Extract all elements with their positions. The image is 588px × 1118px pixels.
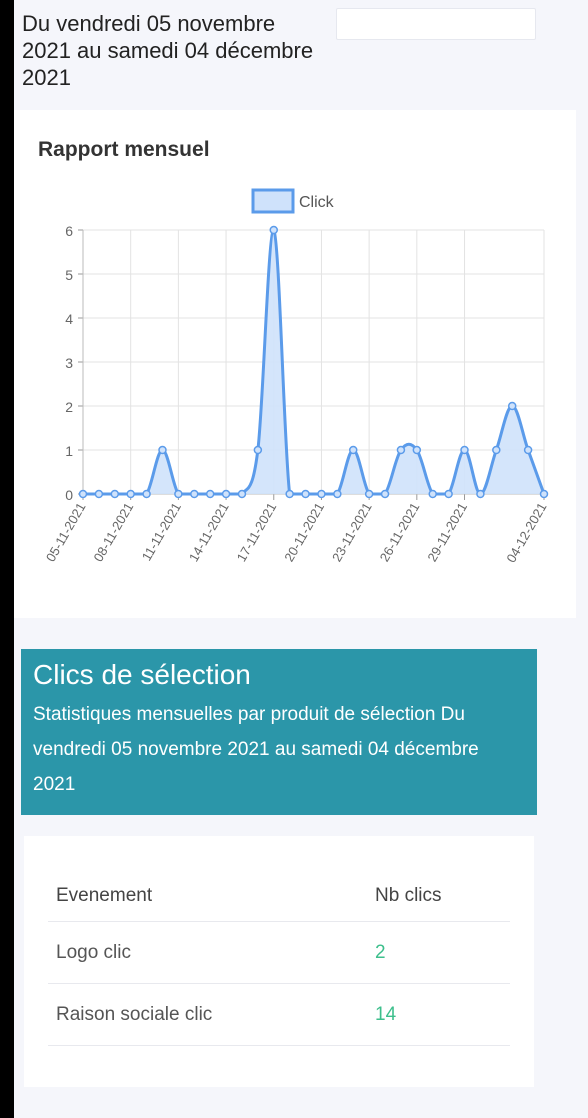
data-point xyxy=(523,445,533,455)
data-point xyxy=(158,445,167,455)
left-edge-bar xyxy=(0,0,14,1118)
event-cell: Raison sociale clic xyxy=(48,983,367,1046)
x-tick-label: 20-11-2021 xyxy=(281,500,327,564)
selection-title: Clics de sélection xyxy=(33,659,251,690)
data-point xyxy=(285,489,294,499)
click-line-chart: 0 1 2 3 4 5 6 05-11-2021 08-11-2021 11-11-2021 14-… xyxy=(43,188,550,565)
x-tick-label: 04-12-2021 xyxy=(503,500,549,565)
data-point xyxy=(205,489,215,499)
y-tick-label: 0 xyxy=(65,487,73,503)
y-tick-label: 5 xyxy=(65,267,73,283)
data-point xyxy=(94,489,104,499)
data-point xyxy=(348,445,358,455)
data-point xyxy=(221,489,231,499)
data-point xyxy=(444,489,453,499)
data-point xyxy=(174,489,183,499)
data-point xyxy=(364,489,374,499)
data-point xyxy=(539,489,549,499)
x-tick-label: 17-11-2021 xyxy=(234,500,280,564)
date-range-text: Du vendredi 05 novembre 2021 au samedi 0… xyxy=(22,11,314,90)
data-point xyxy=(476,489,485,499)
monthly-report-card: Rapport mensuel 0 1 2 3 4 5 6 05-11-2021 08-11-2… xyxy=(14,110,576,618)
table-header-row: Evenement Nb clics xyxy=(48,871,510,922)
table-row: Logo clic 2 xyxy=(48,921,510,984)
data-point xyxy=(78,489,88,499)
data-point xyxy=(396,445,406,455)
y-tick-label: 2 xyxy=(65,399,73,415)
clicks-table-card: Evenement Nb clics Logo clic 2 Raison so… xyxy=(24,836,534,1087)
date-range-input[interactable] xyxy=(336,8,536,40)
y-tick-label: 1 xyxy=(65,443,73,459)
data-point xyxy=(507,401,517,411)
data-point xyxy=(412,445,422,455)
x-tick-label: 26-11-2021 xyxy=(377,500,423,564)
data-point xyxy=(301,489,310,499)
data-point xyxy=(190,489,199,499)
table-row: Raison sociale clic 14 xyxy=(48,983,510,1046)
x-tick-label: 08-11-2021 xyxy=(91,500,137,564)
x-tick-label: 29-11-2021 xyxy=(424,500,470,564)
data-point xyxy=(110,489,120,499)
data-point xyxy=(380,489,390,499)
column-header-event: Evenement xyxy=(48,871,367,922)
count-cell: 14 xyxy=(367,983,510,1046)
data-point xyxy=(333,489,342,499)
data-point xyxy=(428,489,437,499)
data-point xyxy=(126,489,135,499)
y-tick-label: 4 xyxy=(65,311,73,327)
x-tick-label: 14-11-2021 xyxy=(186,500,232,564)
data-point xyxy=(269,225,279,235)
data-point xyxy=(317,489,326,499)
y-tick-label: 6 xyxy=(65,223,73,239)
data-point xyxy=(142,489,151,499)
legend-label-click: Click xyxy=(299,194,335,211)
clicks-table: Evenement Nb clics Logo clic 2 Raison so… xyxy=(48,871,510,1046)
selection-clicks-panel: Clics de sélection Statistiques mensuell… xyxy=(21,649,537,815)
data-point xyxy=(492,445,501,455)
selection-subtitle: Statistiques mensuelles par produit de s… xyxy=(33,704,479,795)
y-tick-label: 3 xyxy=(65,355,73,371)
x-tick-label: 05-11-2021 xyxy=(43,500,89,564)
legend-swatch-click xyxy=(251,188,295,214)
x-tick-label: 23-11-2021 xyxy=(329,500,375,564)
count-cell: 2 xyxy=(367,921,510,984)
x-tick-label: 11-11-2021 xyxy=(139,500,184,563)
data-point xyxy=(237,489,247,499)
data-point xyxy=(460,445,469,455)
column-header-count: Nb clics xyxy=(367,871,510,922)
data-point xyxy=(253,445,263,455)
event-cell: Logo clic xyxy=(48,921,367,984)
